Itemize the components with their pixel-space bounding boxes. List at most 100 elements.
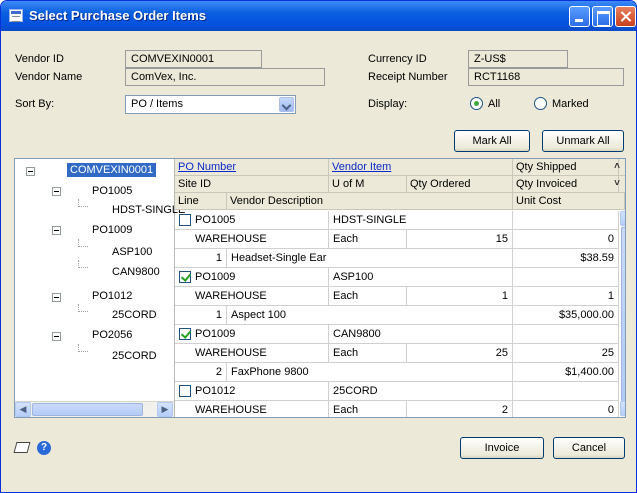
table-row[interactable]: 1 Aspect 100 $35,000.00 — [175, 306, 619, 325]
line-cell: 1 — [175, 249, 227, 268]
display-marked-radio[interactable] — [534, 97, 547, 110]
vendor-item-cell: HDST-SINGLE — [329, 211, 513, 230]
table-row[interactable]: 1 Headset-Single Ear $38.59 — [175, 249, 619, 268]
collapse-icon[interactable] — [52, 187, 61, 196]
maximize-button[interactable] — [592, 6, 613, 27]
vendor-item-cell: ASP100 — [329, 268, 513, 287]
qty-ordered-cell: 25 — [407, 344, 513, 363]
sort-by-select[interactable]: PO / Items — [125, 95, 296, 114]
tree-leaf-item[interactable]: 25CORD — [112, 309, 157, 321]
mark-checkbox[interactable] — [179, 328, 191, 340]
qty-shipped-cell — [513, 268, 619, 287]
display-all-radio[interactable] — [470, 97, 483, 110]
mark-all-button[interactable]: Mark All — [454, 130, 530, 152]
scroll-down-icon[interactable]: ▼ — [620, 401, 625, 416]
vendor-item-cell-text: 25CORD — [333, 385, 378, 397]
tree-leaf-item[interactable]: ASP100 — [112, 246, 152, 258]
table-row[interactable]: PO1012 25CORD — [175, 382, 619, 401]
po-number-cell-text: PO1005 — [195, 214, 236, 226]
close-button[interactable] — [615, 6, 636, 27]
line-header: Line — [175, 193, 227, 210]
table-row[interactable]: PO1009 CAN9800 — [175, 325, 619, 344]
qty-invoiced-cell-text: 1 — [607, 290, 614, 302]
tree-connector — [78, 260, 88, 268]
line-cell: 2 — [175, 363, 227, 382]
table-row[interactable]: WAREHOUSE Each 2 0 — [175, 401, 619, 417]
scroll-thumb[interactable] — [32, 403, 143, 416]
items-grid[interactable]: PO Number Vendor Item Qty Shipped ˄ Site… — [175, 159, 625, 417]
collapse-icon[interactable] — [52, 226, 61, 235]
qty-ordered-cell: 2 — [407, 401, 513, 417]
description-cell: Headset-Single Ear — [227, 249, 513, 268]
tree-node-po[interactable]: PO2056 — [92, 329, 132, 341]
tree-horizontal-scrollbar[interactable]: ◀ ▶ — [15, 401, 174, 417]
collapse-icon[interactable] — [26, 167, 35, 176]
po-number-cell-text: PO1009 — [195, 328, 236, 340]
status-icon[interactable] — [13, 442, 31, 453]
vendor-name-field: ComVex, Inc. — [125, 68, 325, 86]
grid-vertical-scrollbar[interactable]: ▲ ▼ — [620, 211, 625, 417]
description-cell-text: Aspect 100 — [231, 309, 287, 321]
scroll-thumb[interactable] — [621, 227, 625, 402]
qty-shipped-cell — [513, 382, 619, 401]
title-bar[interactable]: Select Purchase Order Items — [1, 1, 636, 31]
po-tree[interactable]: COMVEXIN0001 PO1005 HDST-SINGLE PO1009 A… — [15, 159, 185, 417]
vendor-item-cell: CAN9800 — [329, 325, 513, 344]
qty-shipped-cell — [513, 211, 619, 230]
window-icon — [9, 9, 23, 22]
help-icon[interactable]: ? — [37, 441, 51, 455]
currency-id-field: Z-US$ — [468, 50, 568, 68]
tree-node-po[interactable]: PO1005 — [92, 185, 132, 197]
tree-root[interactable]: COMVEXIN0001 — [67, 163, 157, 177]
qty-invoiced-cell-text: 0 — [607, 404, 614, 416]
line-cell: 1 — [175, 306, 227, 325]
mark-checkbox[interactable] — [179, 271, 191, 283]
tree-connector — [78, 304, 88, 312]
unit-cost-cell: $35,000.00 — [513, 306, 619, 325]
scroll-left-icon[interactable]: ◀ — [15, 402, 31, 417]
tree-node-po[interactable]: PO1012 — [92, 290, 132, 302]
unit-cost-cell: $38.59 — [513, 249, 619, 268]
table-row[interactable]: WAREHOUSE Each 1 1 — [175, 287, 619, 306]
minimize-button[interactable] — [569, 6, 590, 27]
tree-leaf-item[interactable]: CAN9800 — [112, 266, 160, 278]
qty-invoiced-cell: 0 — [513, 230, 619, 249]
receipt-number-label: Receipt Number — [368, 71, 448, 83]
description-cell: Aspect 100 — [227, 306, 513, 325]
po-number-header[interactable]: PO Number — [175, 159, 329, 176]
description-cell-text: Headset-Single Ear — [231, 252, 327, 264]
qty-ordered-cell-text: 2 — [501, 404, 508, 416]
qty-invoiced-cell-text: 0 — [607, 233, 614, 245]
unmark-all-button[interactable]: Unmark All — [542, 130, 624, 152]
display-marked-label[interactable]: Marked — [552, 98, 589, 110]
cancel-button[interactable]: Cancel — [553, 437, 625, 459]
table-row[interactable]: 2 FaxPhone 9800 $1,400.00 — [175, 363, 619, 382]
sort-by-label: Sort By: — [15, 98, 55, 110]
uofm-cell: Each — [329, 230, 407, 249]
qty-ordered-cell-text: 25 — [495, 347, 508, 359]
table-row[interactable]: WAREHOUSE Each 15 0 — [175, 230, 619, 249]
sort-by-value: PO / Items — [131, 98, 183, 110]
qty-shipped-cell — [513, 325, 619, 344]
mark-checkbox[interactable] — [179, 385, 191, 397]
unit-cost-cell-text: $38.59 — [580, 252, 614, 264]
collapse-icon[interactable] — [52, 293, 61, 302]
vendor-item-header[interactable]: Vendor Item — [329, 159, 513, 176]
tree-leaf-item[interactable]: 25CORD — [112, 350, 157, 362]
collapse-icon[interactable] — [52, 332, 61, 341]
invoice-button[interactable]: Invoice — [460, 437, 544, 459]
tree-node-po[interactable]: PO1009 — [92, 224, 132, 236]
table-row[interactable]: PO1009 ASP100 — [175, 268, 619, 287]
table-row[interactable]: WAREHOUSE Each 25 25 — [175, 344, 619, 363]
qty-invoiced-cell: 0 — [513, 401, 619, 417]
display-all-label[interactable]: All — [488, 98, 500, 110]
sort-down-icon[interactable]: ˅ — [609, 176, 625, 193]
table-row[interactable]: PO1005 HDST-SINGLE — [175, 211, 619, 230]
display-label: Display: — [368, 98, 408, 110]
scroll-up-icon[interactable]: ▲ — [620, 211, 625, 226]
chevron-down-icon[interactable] — [279, 97, 294, 112]
qty-shipped-header: Qty Shipped — [513, 159, 619, 176]
scroll-right-icon[interactable]: ▶ — [157, 402, 173, 417]
sort-up-icon[interactable]: ˄ — [609, 159, 625, 176]
mark-checkbox[interactable] — [179, 214, 191, 226]
